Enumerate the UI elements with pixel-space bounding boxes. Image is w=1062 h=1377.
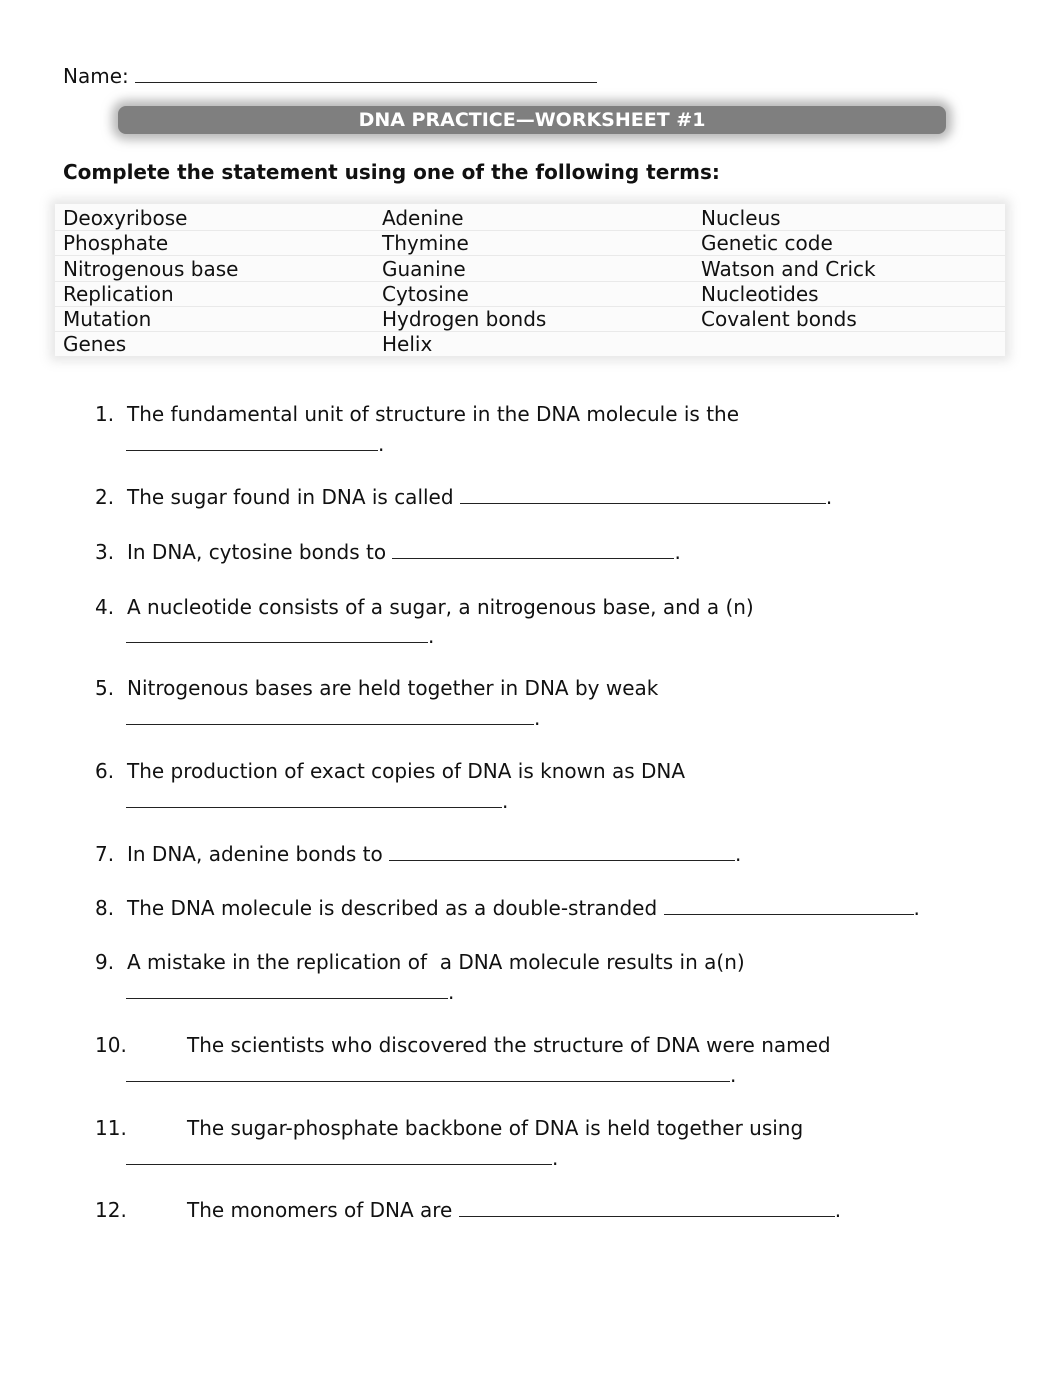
term: Watson and Crick — [701, 256, 876, 281]
question-number: 4. — [95, 595, 115, 619]
question-text: A nucleotide consists of a sugar, a nitr… — [127, 595, 754, 619]
answer-line-4: . — [126, 624, 434, 648]
term: Cytosine — [382, 281, 469, 306]
period: . — [552, 1146, 559, 1170]
question-text: The sugar found in DNA is called — [127, 485, 454, 509]
question-1: 1. The fundamental unit of structure in t… — [95, 402, 739, 426]
question-number: 11. — [95, 1116, 127, 1140]
answer-blank[interactable] — [459, 485, 826, 504]
period: . — [825, 485, 833, 509]
period: . — [428, 624, 435, 648]
answer-blank[interactable] — [126, 1146, 552, 1165]
period: . — [735, 842, 742, 866]
answer-blank[interactable] — [392, 540, 675, 559]
question-text: Nitrogenous bases are held together in D… — [127, 676, 659, 700]
question-2: 2. The sugar found in DNA is called . — [95, 485, 832, 509]
question-number: 12. — [95, 1198, 127, 1222]
term: Covalent bonds — [701, 307, 857, 332]
question-6: 6. The production of exact copies of DNA … — [95, 759, 685, 783]
answer-blank[interactable] — [126, 624, 428, 643]
term-column-1: Deoxyribose Phosphate Nitrogenous base R… — [63, 206, 238, 358]
term-column-3: Nucleus Genetic code Watson and Crick Nu… — [701, 206, 876, 358]
question-text: A mistake in the replication of a DNA mo… — [127, 950, 745, 974]
question-number: 2. — [95, 485, 115, 509]
question-text: The scientists who discovered the struct… — [187, 1033, 831, 1057]
term: Replication — [63, 281, 174, 306]
answer-line-1: . — [126, 432, 384, 456]
question-number: 3. — [95, 540, 115, 564]
name-field: Name: — [63, 62, 597, 88]
term-bank: Deoxyribose Phosphate Nitrogenous base R… — [55, 204, 1005, 356]
question-8: 8. The DNA molecule is described as a dou… — [95, 896, 920, 920]
name-blank[interactable] — [134, 62, 597, 83]
period: . — [730, 1063, 737, 1087]
question-9: 9. A mistake in the replication of a DNA … — [95, 950, 745, 974]
term: Thymine — [382, 231, 469, 256]
answer-line-10: . — [126, 1063, 736, 1087]
period: . — [448, 980, 455, 1004]
question-number: 8. — [95, 896, 115, 920]
term — [701, 332, 876, 357]
answer-blank[interactable] — [126, 789, 502, 808]
question-7: 7. In DNA, adenine bonds to . — [95, 842, 741, 866]
term: Nucleus — [701, 206, 781, 230]
question-12: 12. The monomers of DNA are . — [95, 1198, 841, 1222]
answer-blank[interactable] — [126, 1063, 730, 1082]
term: Phosphate — [63, 231, 169, 256]
term: Adenine — [382, 206, 464, 230]
answer-line-5: . — [126, 706, 540, 730]
period: . — [502, 789, 509, 813]
question-number: 10. — [95, 1033, 127, 1057]
answer-line-9: . — [126, 980, 454, 1004]
answer-blank[interactable] — [126, 706, 534, 725]
question-text: The DNA molecule is described as a doubl… — [127, 896, 658, 920]
question-number: 9. — [95, 950, 115, 974]
answer-line-11: . — [126, 1146, 558, 1170]
question-text: The monomers of DNA are — [187, 1198, 453, 1222]
answer-blank[interactable] — [126, 980, 448, 999]
period: . — [674, 540, 681, 564]
term: Guanine — [382, 256, 466, 281]
answer-blank[interactable] — [663, 896, 914, 915]
answer-line-6: . — [126, 789, 508, 813]
period: . — [913, 896, 920, 920]
name-label: Name: — [63, 64, 129, 88]
question-number: 1. — [95, 402, 115, 426]
term: Genetic code — [701, 231, 833, 256]
term-column-2: Adenine Thymine Guanine Cytosine Hydroge… — [382, 206, 546, 358]
term: Deoxyribose — [63, 206, 188, 230]
worksheet-title: DNA PRACTICE—WORKSHEET #1 — [118, 106, 946, 134]
question-text: The fundamental unit of structure in the… — [127, 402, 740, 426]
question-4: 4. A nucleotide consists of a sugar, a ni… — [95, 595, 754, 619]
question-text: In DNA, adenine bonds to — [127, 842, 383, 866]
instructions: Complete the statement using one of the … — [63, 160, 720, 184]
answer-blank[interactable] — [126, 432, 378, 451]
term: Helix — [382, 332, 433, 357]
question-3: 3. In DNA, cytosine bonds to . — [95, 540, 681, 564]
question-number: 7. — [95, 842, 115, 866]
question-number: 6. — [95, 759, 115, 783]
term: Genes — [63, 332, 127, 357]
question-5: 5. Nitrogenous bases are held together in… — [95, 676, 658, 700]
question-text: In DNA, cytosine bonds to — [127, 540, 387, 564]
question-text: The production of exact copies of DNA is… — [127, 759, 686, 783]
question-10: 10. The scientists who discovered the str… — [95, 1033, 831, 1057]
question-11: 11. The sugar-phosphate backbone of DNA i… — [95, 1116, 803, 1140]
question-number: 5. — [95, 676, 115, 700]
answer-blank[interactable] — [389, 842, 736, 861]
term: Hydrogen bonds — [382, 307, 547, 332]
term: Mutation — [63, 307, 152, 332]
term: Nucleotides — [701, 281, 819, 306]
period: . — [378, 432, 385, 456]
question-text: The sugar-phosphate backbone of DNA is h… — [187, 1116, 804, 1140]
period: . — [534, 706, 541, 730]
answer-blank[interactable] — [458, 1198, 835, 1217]
term: Nitrogenous base — [63, 256, 239, 281]
period: . — [834, 1198, 842, 1222]
